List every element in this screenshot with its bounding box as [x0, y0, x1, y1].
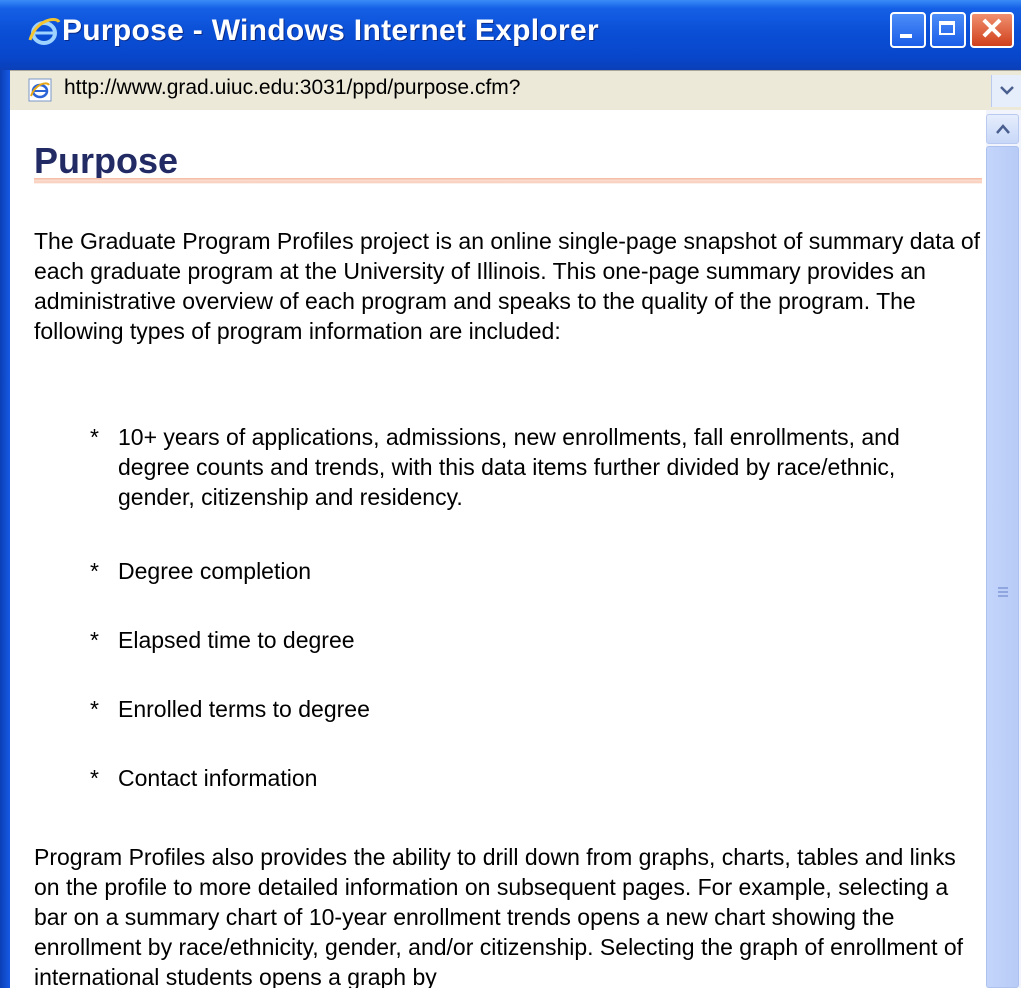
bullet-marker: * [90, 627, 99, 653]
list-item-text: Elapsed time to degree [118, 627, 355, 653]
ie-page-icon [28, 78, 52, 102]
maximize-button[interactable] [930, 12, 966, 48]
intro-paragraph: The Graduate Program Profiles project is… [34, 228, 981, 344]
ie-logo-icon [28, 17, 61, 45]
browser-window: Purpose - Windows Internet Explorer ✕ ht… [0, 0, 1021, 988]
list-item: * Enrolled terms to degree [90, 694, 970, 724]
drilldown-paragraph: Program Profiles also provides the abili… [34, 844, 964, 988]
bullet-marker: * [90, 765, 99, 791]
page-content: Purpose The Graduate Program Profiles pr… [10, 110, 986, 988]
bullet-marker: * [90, 558, 99, 584]
scroll-up-button[interactable] [986, 114, 1019, 144]
window-frame-left [0, 70, 10, 988]
list-item: * Degree completion [90, 556, 970, 586]
chevron-up-icon [996, 124, 1010, 134]
title-underline [34, 178, 982, 184]
list-item-text: 10+ years of applications, admissions, n… [118, 424, 900, 510]
address-url[interactable]: http://www.grad.uiuc.edu:3031/ppd/purpos… [64, 76, 520, 100]
list-item-text: Degree completion [118, 558, 312, 584]
list-item: * Contact information [90, 763, 970, 793]
scroll-thumb[interactable] [986, 146, 1019, 988]
vertical-scrollbar[interactable] [986, 110, 1021, 988]
page-title: Purpose [34, 140, 179, 181]
minimize-button[interactable] [890, 12, 926, 48]
list-item: * 10+ years of applications, admissions,… [90, 422, 970, 512]
address-bar[interactable]: http://www.grad.uiuc.edu:3031/ppd/purpos… [10, 70, 1021, 110]
address-dropdown-button[interactable] [991, 75, 1021, 107]
chevron-down-icon [1000, 86, 1014, 95]
close-icon: ✕ [979, 13, 1005, 46]
grip-icon [998, 587, 1008, 601]
list-item-text: Enrolled terms to degree [118, 696, 370, 722]
bullet-marker: * [90, 696, 99, 722]
close-button[interactable]: ✕ [970, 12, 1014, 48]
list-item-text: Contact information [118, 765, 318, 791]
window-title: Purpose - Windows Internet Explorer [62, 14, 599, 47]
title-bar[interactable]: Purpose - Windows Internet Explorer ✕ [0, 0, 1021, 70]
bullet-marker: * [90, 424, 99, 450]
list-item: * Elapsed time to degree [90, 625, 970, 655]
